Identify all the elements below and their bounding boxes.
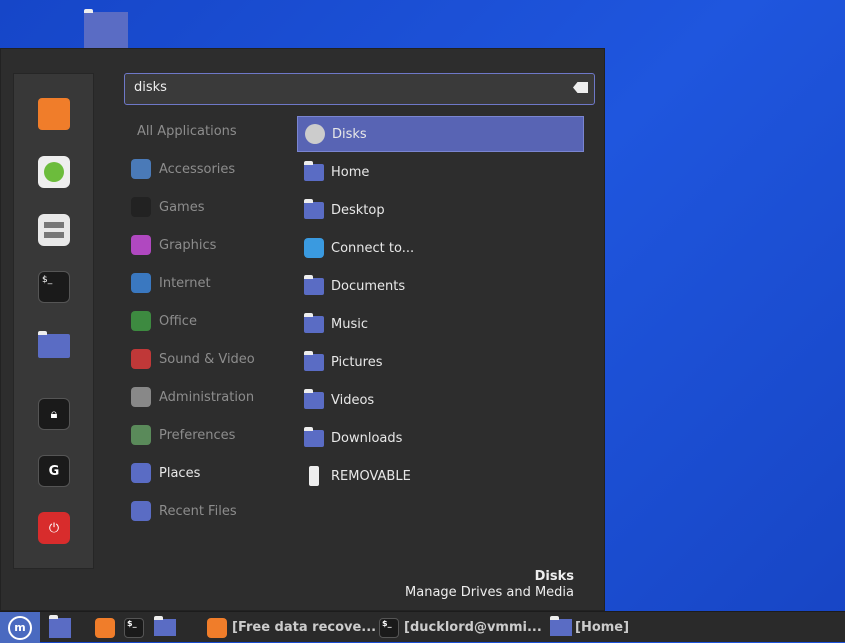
logout-icon[interactable]: G <box>38 455 70 487</box>
result-pictures[interactable]: Pictures <box>297 344 584 380</box>
launcher-firefox[interactable] <box>95 612 115 643</box>
documents-folder-icon <box>304 274 324 295</box>
power-icon[interactable]: ⏻ <box>38 512 70 544</box>
downloads-folder-icon <box>304 426 324 447</box>
result-removable[interactable]: REMOVABLE <box>297 458 584 494</box>
result-desktop[interactable]: Desktop <box>297 192 584 228</box>
category-recent-files[interactable]: Recent Files <box>131 499 237 523</box>
category-accessories[interactable]: Accessories <box>131 157 235 181</box>
lock-icon[interactable]: 🔒︎ <box>38 398 70 430</box>
result-downloads[interactable]: Downloads <box>297 420 584 456</box>
category-preferences[interactable]: Preferences <box>131 423 235 447</box>
category-icon <box>131 311 151 331</box>
show-desktop-button[interactable] <box>49 612 71 643</box>
category-sound-video[interactable]: Sound & Video <box>131 347 255 371</box>
window-firefox[interactable]: [Free data recove... <box>207 612 376 643</box>
launcher-files[interactable] <box>154 612 176 643</box>
category-icon <box>131 425 151 445</box>
clear-search-icon[interactable] <box>573 82 588 93</box>
category-administration[interactable]: Administration <box>131 385 254 409</box>
category-places[interactable]: Places <box>131 461 200 485</box>
description-subtitle: Manage Drives and Media <box>405 585 574 600</box>
category-icon <box>131 235 151 255</box>
folder-icon <box>550 616 572 636</box>
result-documents[interactable]: Documents <box>297 268 584 304</box>
terminal-icon: $_ <box>124 617 144 638</box>
home-folder-icon <box>304 160 324 181</box>
result-videos[interactable]: Videos <box>297 382 584 418</box>
terminal-icon: $_ <box>379 617 399 638</box>
taskbar: m $_ [Free data recove... $_ [ducklord@vm… <box>0 611 845 643</box>
desktop-icon <box>49 614 71 638</box>
mint-logo-icon: m <box>8 615 32 640</box>
category-all-applications[interactable]: All Applications <box>137 119 237 143</box>
search-input[interactable]: disks <box>124 73 595 105</box>
description-title: Disks <box>534 569 574 584</box>
category-icon <box>131 349 151 369</box>
firefox-icon <box>207 617 227 638</box>
category-icon <box>131 197 151 217</box>
videos-folder-icon <box>304 388 324 409</box>
cloud-icon <box>304 238 324 258</box>
disks-icon <box>305 124 325 144</box>
category-office[interactable]: Office <box>131 309 197 333</box>
category-icon <box>131 159 151 179</box>
result-disks[interactable]: Disks <box>297 116 584 152</box>
window-home[interactable]: [Home] <box>550 612 629 643</box>
desktop-folder-icon <box>304 198 324 219</box>
app-menu: $_ 🔒︎ G ⏻ disks All Applications Accessor… <box>0 48 605 611</box>
category-graphics[interactable]: Graphics <box>131 233 216 257</box>
desktop-home-icon[interactable] <box>84 9 128 48</box>
folder-icon <box>154 616 176 636</box>
settings-icon[interactable] <box>38 214 70 246</box>
firefox-icon <box>95 617 115 638</box>
favorites-sidebar: $_ 🔒︎ G ⏻ <box>13 73 94 569</box>
result-connect-to[interactable]: Connect to... <box>297 230 584 266</box>
category-games[interactable]: Games <box>131 195 204 219</box>
category-icon <box>131 463 151 483</box>
pictures-folder-icon <box>304 350 324 371</box>
usb-drive-icon <box>309 466 319 486</box>
category-icon <box>131 501 151 521</box>
category-icon <box>131 387 151 407</box>
launcher-terminal[interactable]: $_ <box>124 612 144 643</box>
window-terminal[interactable]: $_ [ducklord@vmmi... <box>379 612 542 643</box>
files-icon[interactable] <box>38 331 70 358</box>
category-icon <box>131 273 151 293</box>
firefox-icon[interactable] <box>38 98 70 130</box>
music-folder-icon <box>304 312 324 333</box>
result-home[interactable]: Home <box>297 154 584 190</box>
software-manager-icon[interactable] <box>38 156 70 188</box>
terminal-icon[interactable]: $_ <box>38 271 70 303</box>
menu-button[interactable]: m <box>0 612 40 643</box>
category-internet[interactable]: Internet <box>131 271 211 295</box>
result-music[interactable]: Music <box>297 306 584 342</box>
